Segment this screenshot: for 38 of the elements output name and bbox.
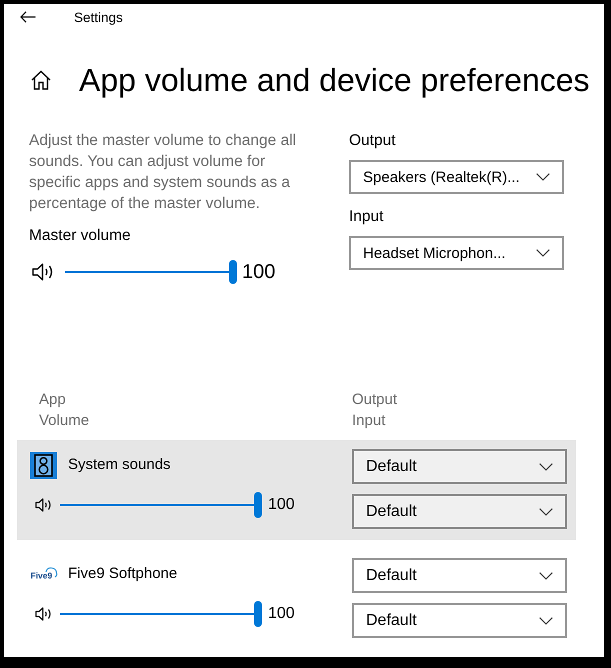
app-row[interactable]: Five9 Five9 Softphone 100 Default Default (17, 549, 576, 649)
chevron-down-icon (539, 572, 553, 580)
volume-value: 100 (268, 604, 295, 624)
back-arrow-icon (20, 11, 36, 23)
home-button[interactable] (31, 70, 51, 90)
device-dropdown[interactable]: Speakers (Realtek(R)... (349, 160, 564, 194)
volume-value: 100 (268, 495, 295, 515)
volume-column-header: Volume (39, 411, 90, 431)
device-dropdown[interactable]: Headset Microphon... (349, 236, 564, 270)
device-label: Output (349, 131, 397, 151)
output-dropdown[interactable]: Default (352, 449, 567, 484)
slider-thumb[interactable] (229, 260, 237, 284)
chevron-down-icon (539, 508, 553, 516)
slider-thumb[interactable] (254, 492, 262, 518)
input-dropdown[interactable]: Default (352, 494, 567, 529)
window-title: Settings (74, 8, 123, 26)
slider-thumb[interactable] (254, 601, 262, 627)
app-name: Five9 Softphone (68, 564, 178, 584)
home-icon (31, 70, 51, 90)
chevron-down-icon (539, 462, 553, 470)
back-button[interactable] (20, 11, 36, 23)
app-name: System sounds (68, 455, 171, 475)
page-title: App volume and device preferences (79, 61, 590, 99)
app-row[interactable]: System sounds 100 Default Default (17, 440, 576, 540)
input-column-header: Input (352, 411, 386, 431)
volume-value: 100 (242, 260, 276, 284)
master-volume-label: Master volume (29, 226, 131, 246)
speaker-box-icon (30, 452, 57, 478)
cloud-logo: Five9 (30, 566, 58, 582)
app-column-header: App (39, 390, 66, 410)
chevron-down-icon (536, 249, 550, 257)
device-label: Input (349, 207, 384, 227)
output-dropdown[interactable]: Default (352, 558, 567, 593)
chevron-down-icon (536, 173, 550, 181)
chevron-down-icon (539, 616, 553, 624)
output-column-header: Output (352, 390, 398, 410)
description-text: Adjust the master volume to change all sounds. You can adjust volume for specific apps and system sounds as a percentage of the master volume. (29, 131, 298, 214)
input-dropdown[interactable]: Default (352, 603, 567, 638)
